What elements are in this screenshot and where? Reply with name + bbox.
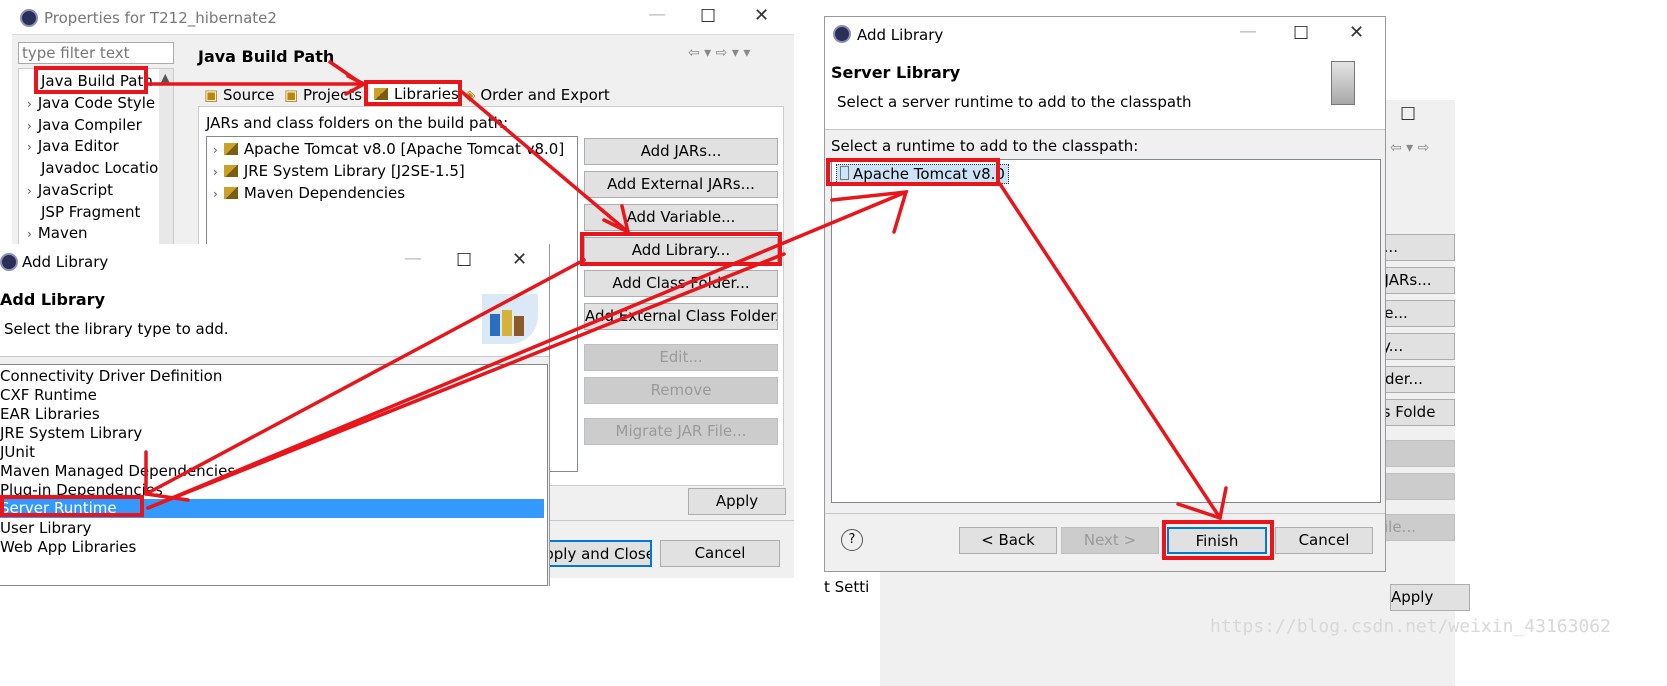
arrow-to-server-dialog bbox=[146, 190, 908, 510]
arrow-to-finish bbox=[998, 182, 1222, 520]
annotation-arrows bbox=[144, 60, 1228, 521]
arrow-to-add-library bbox=[460, 90, 630, 234]
watermark-text: https://blog.csdn.net/weixin_43163062 bbox=[1210, 616, 1611, 637]
arrow-stroke bbox=[328, 60, 364, 86]
arrow-to-server-runtime bbox=[144, 258, 586, 496]
